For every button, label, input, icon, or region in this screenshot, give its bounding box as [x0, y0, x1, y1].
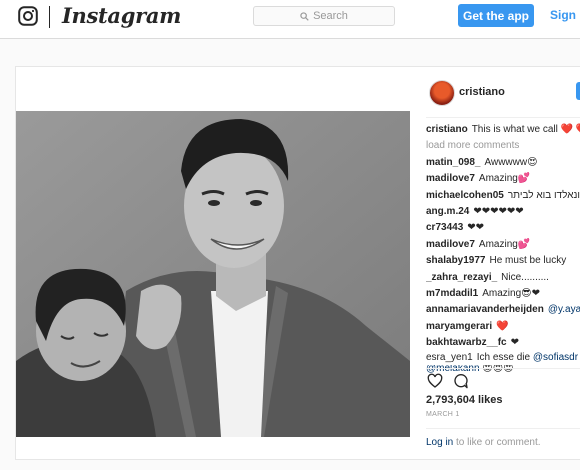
comment-mention[interactable]: @sofiasdr [533, 352, 578, 363]
comment-username[interactable]: madilove7 [426, 239, 475, 250]
comment-username[interactable]: m7mdadil1 [426, 288, 478, 299]
login-prompt-text: to like or comment. [453, 437, 541, 448]
comment-mention[interactable]: @y.ayada [548, 304, 580, 315]
post-username[interactable]: cristiano [459, 86, 505, 98]
follow-button[interactable] [576, 82, 580, 100]
likes-count[interactable]: 2,793,604 likes [426, 394, 502, 406]
load-more-comments-link[interactable]: load more comments [426, 138, 580, 154]
comment-text: Amazing😎❤ [482, 287, 540, 299]
comment-row: maryamgerari ❤️ [426, 319, 580, 335]
comment-username[interactable]: esra_yen1 [426, 352, 473, 363]
caption-username[interactable]: cristiano [426, 124, 468, 135]
search-icon [300, 11, 309, 21]
caption: cristiano This is what we call ❤️ ❤️ [426, 122, 580, 138]
comment-text: ❤❤❤❤❤❤ [473, 205, 524, 217]
logo-divider [49, 6, 50, 28]
comment-row: m7mdadil1 Amazing😎❤ [426, 286, 580, 302]
divider [426, 368, 580, 369]
instagram-wordmark[interactable]: Instagram [62, 3, 181, 28]
comment-username[interactable]: bakhtawarbz__fc [426, 337, 507, 348]
login-prompt: Log in to like or comment. [426, 437, 541, 448]
avatar[interactable] [429, 80, 455, 106]
caption-text: This is what we call ❤️ ❤️ [471, 124, 580, 135]
post-sidebar: cristiano cristiano This is what we call … [410, 66, 580, 460]
comment-row: ang.m.24 ❤❤❤❤❤❤ [426, 204, 580, 220]
comment-row: esra_yen1 Ich esse die @sofiasdr [426, 351, 580, 365]
comment-username[interactable]: _zahra_rezayi_ [426, 272, 497, 283]
comment-row: @melakann 😍😍😍 [426, 365, 580, 373]
login-link[interactable]: Log in [426, 437, 453, 448]
comment-text: Awwwww😍 [484, 156, 538, 168]
comment-username[interactable]: shalaby1977 [426, 255, 486, 266]
post-date: MARCH 1 [426, 411, 460, 418]
comment-text: Amazing💕 [478, 173, 531, 185]
comment-row: cr73443 ❤❤ [426, 220, 580, 236]
comment-row: shalaby1977 He must be lucky [426, 253, 580, 269]
comment-text: ❤ [510, 337, 519, 349]
divider [426, 117, 580, 118]
comment-bubble-icon[interactable] [453, 373, 469, 389]
comment-row: _zahra_rezayi_ Nice.......... [426, 270, 580, 286]
sign-up-link[interactable]: Sign u [550, 8, 580, 22]
search-input[interactable]: Search [253, 6, 395, 26]
comment-text: ❤️ [496, 320, 509, 332]
comment-username[interactable]: matin_098_ [426, 157, 480, 168]
comment-text: Amazing💕 [478, 238, 531, 250]
heart-outline-icon[interactable] [427, 373, 443, 389]
comment-text: Nice.......... [501, 271, 549, 283]
comment-row: matin_098_ Awwwww😍 [426, 155, 580, 171]
comment-row: michaelcohen05 רונאלדו בוא לביתר [426, 188, 580, 204]
comments-list: cristiano This is what we call ❤️ ❤️ load… [426, 122, 580, 373]
comment-row: madilove7 Amazing💕 [426, 171, 580, 187]
post-photo[interactable] [16, 111, 410, 437]
comment-username[interactable]: michaelcohen05 [426, 190, 504, 201]
get-the-app-button[interactable]: Get the app [458, 4, 534, 27]
search-placeholder: Search [313, 10, 348, 22]
comment-text: ❤❤ [467, 222, 485, 234]
comment-row: madilove7 Amazing💕 [426, 237, 580, 253]
comment-username[interactable]: madilove7 [426, 173, 475, 184]
comment-text: 😍😍😍 [482, 365, 514, 374]
comment-username[interactable]: maryamgerari [426, 321, 492, 332]
comment-username[interactable]: cr73443 [426, 222, 463, 233]
comment-row: bakhtawarbz__fc ❤ [426, 335, 580, 351]
divider [426, 428, 580, 429]
comment-username[interactable]: ang.m.24 [426, 206, 469, 217]
comment-username[interactable]: annamariavanderheijden [426, 304, 544, 315]
comment-text: He must be lucky [489, 255, 567, 267]
comment-text: Ich esse die [476, 352, 531, 364]
comment-row: annamariavanderheijden @y.ayada [426, 302, 580, 318]
instagram-glyph-icon[interactable] [18, 6, 38, 26]
comment-text: רונאלדו בוא לביתר [507, 189, 580, 201]
top-navigation-bar: Instagram Search Get the app Sign u [0, 0, 580, 39]
